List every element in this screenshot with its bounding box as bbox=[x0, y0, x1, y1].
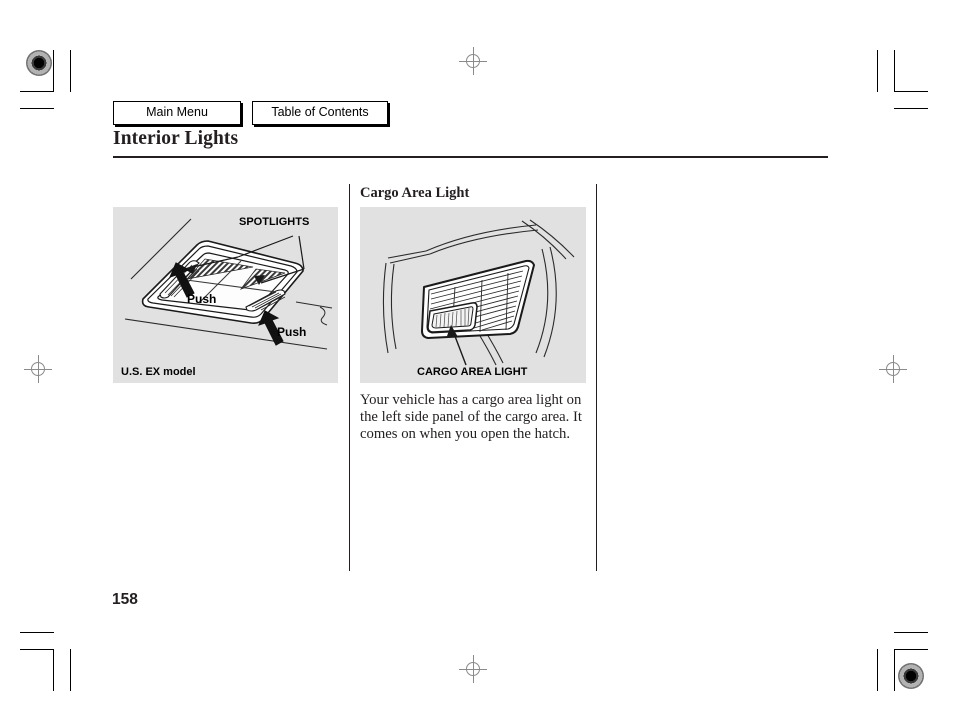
main-menu-button[interactable]: Main Menu bbox=[113, 101, 241, 125]
navigation-bar: Main Menu Table of Contents bbox=[113, 101, 388, 125]
side-panel-edge-right-inner bbox=[543, 246, 557, 358]
crop-mark-bottom-left-horizontal-outer bbox=[20, 632, 54, 633]
crop-mark-top-right-horizontal-outer bbox=[894, 108, 928, 109]
column-rule-right bbox=[596, 184, 597, 571]
table-of-contents-button[interactable]: Table of Contents bbox=[252, 101, 388, 125]
registration-crosshair-right bbox=[879, 355, 907, 383]
registration-crosshair-left bbox=[24, 355, 52, 383]
crop-mark-bottom-right-vertical-outer bbox=[877, 649, 878, 691]
crop-mark-top-right-horizontal-inner bbox=[894, 91, 928, 92]
ceiling-break-symbol bbox=[319, 306, 328, 326]
cargo-area-light-illustration bbox=[382, 219, 575, 366]
cargo-area-light-body-text: Your vehicle has a cargo area light on t… bbox=[360, 392, 582, 443]
crop-mark-top-left-horizontal-outer bbox=[20, 108, 54, 109]
crop-mark-top-left-vertical-outer bbox=[70, 50, 71, 92]
body-line-4 bbox=[429, 229, 539, 255]
crop-mark-top-right-vertical-inner bbox=[894, 50, 895, 92]
registration-dot-bottom-right bbox=[898, 663, 924, 689]
crop-mark-bottom-right-horizontal-inner bbox=[894, 649, 928, 650]
body-line-1 bbox=[387, 250, 427, 259]
crop-mark-bottom-left-horizontal-inner bbox=[20, 649, 54, 650]
page-title: Interior Lights bbox=[113, 128, 239, 149]
manual-page: Main Menu Table of Contents Interior Lig… bbox=[0, 0, 954, 720]
side-panel-edge-right bbox=[535, 248, 549, 354]
side-panel-edge-left-inner bbox=[390, 263, 397, 350]
crop-mark-bottom-left-vertical-outer bbox=[70, 649, 71, 691]
title-rule bbox=[113, 156, 828, 158]
registration-crosshair-top bbox=[459, 47, 487, 75]
section-heading-cargo-area-light: Cargo Area Light bbox=[360, 185, 470, 201]
registration-dot-top-left bbox=[26, 50, 52, 76]
figure-cargo-area-light bbox=[360, 207, 586, 383]
crosshair-ring bbox=[466, 662, 480, 676]
push-callout-label-left: Push bbox=[187, 292, 217, 306]
registration-crosshair-bottom bbox=[459, 655, 487, 683]
page-number: 158 bbox=[112, 591, 138, 608]
figure-caption-us-ex-model: U.S. EX model bbox=[121, 366, 196, 378]
spotlights-callout-label: SPOTLIGHTS bbox=[239, 216, 310, 228]
figure-caption-cargo-area-light: CARGO AREA LIGHT bbox=[417, 366, 528, 378]
crop-mark-top-right-vertical-outer bbox=[877, 50, 878, 92]
side-panel-edge-left bbox=[382, 262, 389, 354]
crop-mark-bottom-right-vertical-inner bbox=[894, 649, 895, 691]
body-line-2 bbox=[389, 253, 431, 264]
spotlights-leader-line-1 bbox=[237, 235, 294, 258]
crop-mark-bottom-right-horizontal-outer bbox=[894, 632, 928, 633]
crop-mark-bottom-left-vertical-inner bbox=[53, 649, 54, 691]
ceiling-line-right bbox=[295, 301, 333, 309]
crop-mark-top-left-vertical-inner bbox=[53, 50, 54, 92]
crosshair-ring bbox=[466, 54, 480, 68]
spotlights-illustration bbox=[124, 218, 333, 350]
pillar-line-1 bbox=[521, 220, 567, 260]
crosshair-ring bbox=[886, 362, 900, 376]
crosshair-ring bbox=[31, 362, 45, 376]
push-callout-label-right: Push bbox=[277, 325, 307, 339]
crop-mark-top-left-horizontal-inner bbox=[20, 91, 54, 92]
figure-spotlights: SPOTLIGHTS Push Push bbox=[113, 207, 338, 383]
column-rule-left bbox=[349, 184, 350, 571]
pillar-line-2 bbox=[529, 219, 575, 258]
